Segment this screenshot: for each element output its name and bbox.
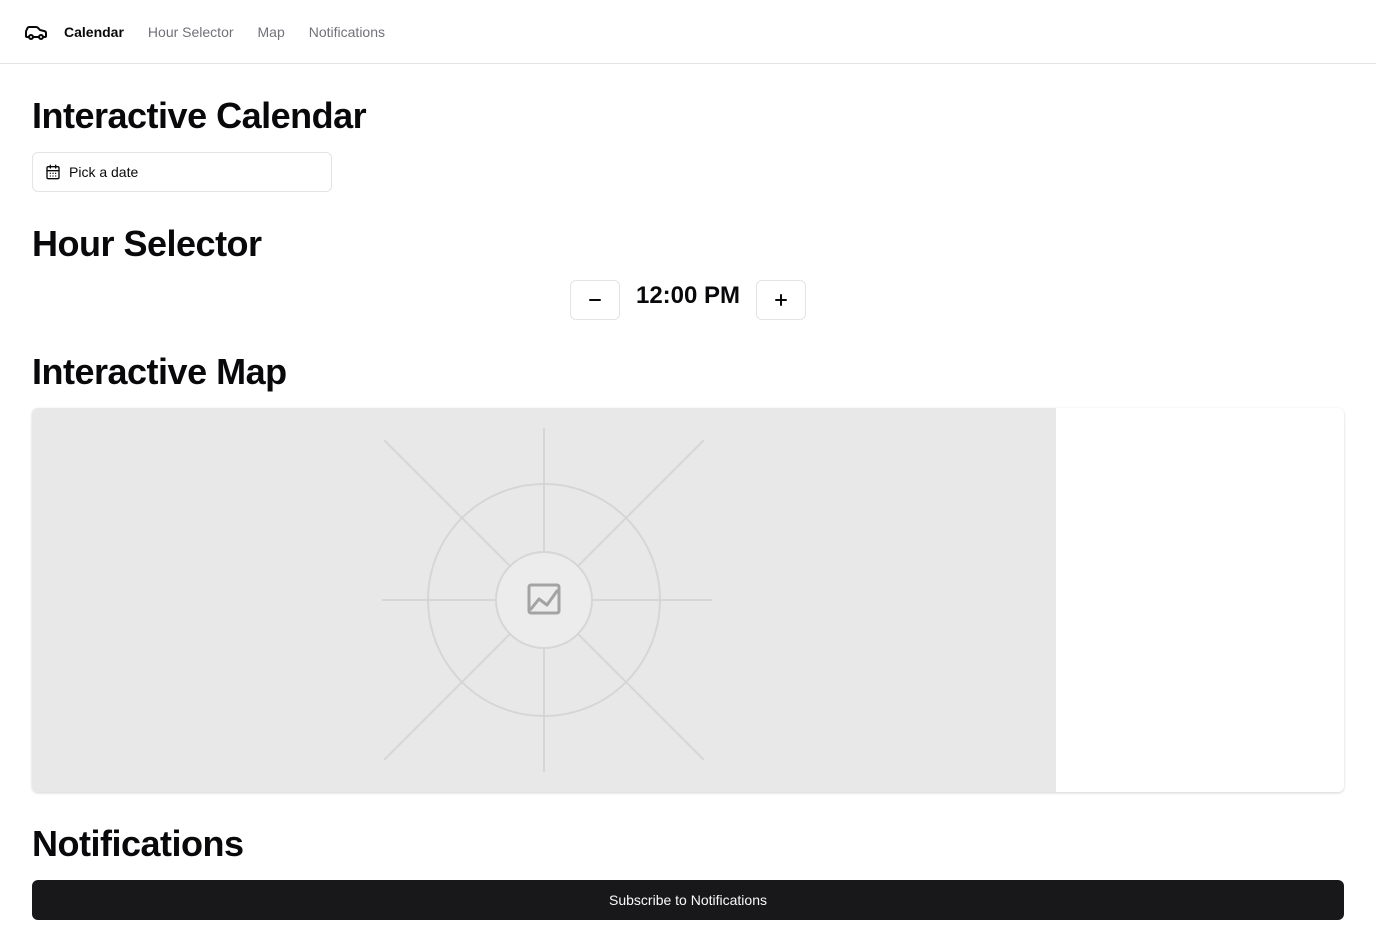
hour-stepper: 12:00 PM: [32, 280, 1344, 320]
top-nav: Calendar Hour Selector Map Notifications: [0, 0, 1376, 64]
date-picker-button[interactable]: Pick a date: [32, 152, 332, 192]
image-placeholder-icon: [382, 428, 712, 772]
map-title: Interactive Map: [32, 351, 287, 392]
subscribe-button[interactable]: Subscribe to Notifications: [32, 880, 1344, 920]
nav-link-calendar[interactable]: Calendar: [64, 22, 124, 42]
calendar-title: Interactive Calendar: [32, 95, 367, 136]
nav-link-hour-selector[interactable]: Hour Selector: [148, 22, 234, 42]
car-icon[interactable]: [24, 20, 48, 44]
calendar-icon: [45, 164, 61, 180]
map-container[interactable]: [32, 408, 1344, 792]
notifications-title: Notifications: [32, 823, 244, 864]
hour-selector-title: Hour Selector: [32, 223, 262, 264]
nav-link-map[interactable]: Map: [258, 22, 285, 42]
time-display: 12:00 PM: [635, 282, 741, 309]
nav-link-notifications[interactable]: Notifications: [309, 22, 385, 42]
date-picker-label: Pick a date: [69, 164, 139, 180]
plus-icon: [775, 294, 788, 306]
increment-hour-button[interactable]: [756, 280, 807, 320]
minus-icon: [588, 299, 601, 301]
map-image-placeholder: [32, 408, 1056, 792]
main-content: Interactive Calendar Pick a date Hour Se…: [0, 96, 1376, 920]
decrement-hour-button[interactable]: [569, 280, 620, 320]
